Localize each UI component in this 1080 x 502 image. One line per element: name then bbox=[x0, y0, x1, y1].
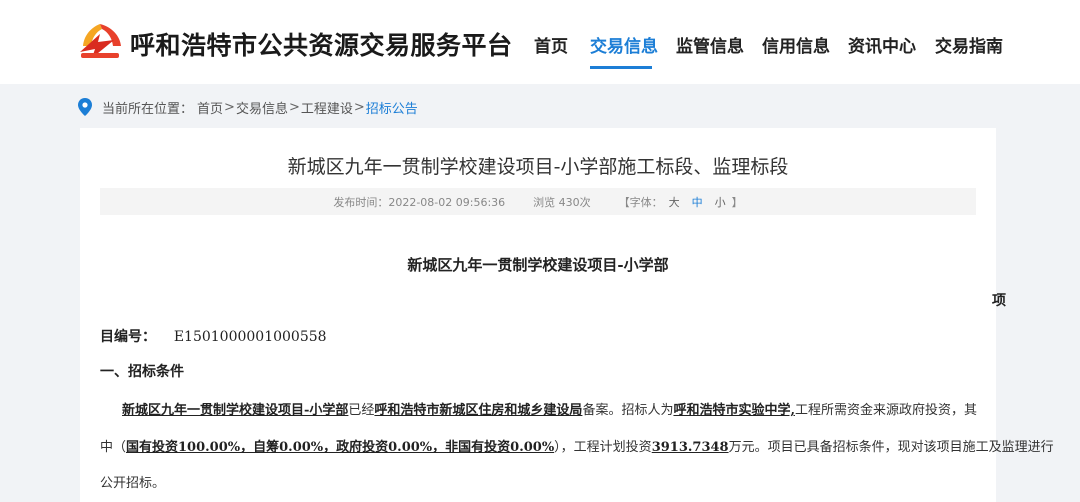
project-number: 目编号： E1501000001000558 bbox=[100, 326, 327, 346]
breadcrumb-trade-info[interactable]: 交易信息 bbox=[236, 98, 288, 117]
underlined-funding-breakdown: 国有投资100.00%，自筹0.00%，政府投资0.00%，非国有投资0.00% bbox=[126, 440, 555, 455]
logo-icon[interactable] bbox=[78, 22, 122, 60]
font-size-large-button[interactable]: 大 bbox=[669, 194, 680, 210]
project-number-value: E1501000001000558 bbox=[173, 329, 327, 345]
nav-trade-guide[interactable]: 交易指南 bbox=[935, 32, 1003, 57]
article-panel: 新城区九年一贯制学校建设项目-小学部施工标段、监理标段 发布时间：2022-08… bbox=[80, 128, 1054, 502]
nav-supervision-info[interactable]: 监管信息 bbox=[676, 32, 744, 57]
font-size-label-close: 】 bbox=[731, 195, 743, 209]
section-heading-tender-conditions: 一、招标条件 bbox=[100, 364, 184, 380]
nav-credit-info[interactable]: 信用信息 bbox=[762, 32, 830, 57]
font-size-small-button[interactable]: 小 bbox=[715, 194, 726, 210]
breadcrumb: 当前所在位置： 首页 > 交易信息 > 工程建设 > 招标公告 bbox=[78, 97, 418, 117]
paragraph: 中（国有投资100.00%，自筹0.00%，政府投资0.00%，非国有投资0.0… bbox=[100, 440, 1054, 455]
site-title[interactable]: 呼和浩特市公共资源交易服务平台 bbox=[130, 26, 513, 62]
view-count: 浏览 430次 bbox=[533, 195, 591, 209]
article-meta-bar: 发布时间：2022-08-02 09:56:36 浏览 430次 【字体： 大 … bbox=[100, 188, 976, 215]
location-pin-icon bbox=[78, 98, 92, 116]
breadcrumb-current[interactable]: 招标公告 bbox=[366, 98, 418, 117]
breadcrumb-prefix: 当前所在位置： bbox=[102, 101, 194, 117]
font-size-medium-button[interactable]: 中 bbox=[692, 194, 703, 210]
wrapped-text-fragment: 项 bbox=[992, 293, 1006, 309]
publish-time: 发布时间：2022-08-02 09:56:36 bbox=[333, 195, 506, 209]
nav-trade-info[interactable]: 交易信息 bbox=[590, 32, 658, 57]
font-size-label-open: 【字体： bbox=[618, 195, 663, 209]
breadcrumb-engineering[interactable]: 工程建设 bbox=[301, 98, 353, 117]
paragraph: 新城区九年一贯制学校建设项目-小学部已经呼和浩特市新城区住房和城乡建设局备案。招… bbox=[122, 403, 977, 418]
page-title: 新城区九年一贯制学校建设项目-小学部施工标段、监理标段 bbox=[287, 156, 789, 178]
project-number-label: 目编号： bbox=[100, 329, 156, 345]
breadcrumb-separator: > bbox=[353, 99, 365, 115]
project-name-heading: 新城区九年一贯制学校建设项目-小学部 bbox=[407, 256, 669, 274]
breadcrumb-separator: > bbox=[224, 99, 235, 115]
nav-news-center[interactable]: 资讯中心 bbox=[848, 32, 916, 57]
breadcrumb-separator: > bbox=[288, 99, 300, 115]
underlined-planned-investment: 3913.7348 bbox=[651, 440, 729, 455]
paragraph: 公开招标。 bbox=[100, 476, 166, 491]
site-header: 呼和浩特市公共资源交易服务平台 首页 交易信息 监管信息 信用信息 资讯中心 交… bbox=[0, 0, 1080, 84]
underlined-filing-authority: 呼和浩特市新城区住房和城乡建设局 bbox=[374, 403, 583, 418]
nav-active-underline bbox=[590, 66, 652, 69]
nav-home[interactable]: 首页 bbox=[534, 32, 568, 57]
underlined-tenderer: 呼和浩特市实验中学, bbox=[673, 403, 795, 418]
breadcrumb-home[interactable]: 首页 bbox=[197, 98, 223, 117]
underlined-project-name: 新城区九年一贯制学校建设项目-小学部 bbox=[122, 403, 349, 418]
